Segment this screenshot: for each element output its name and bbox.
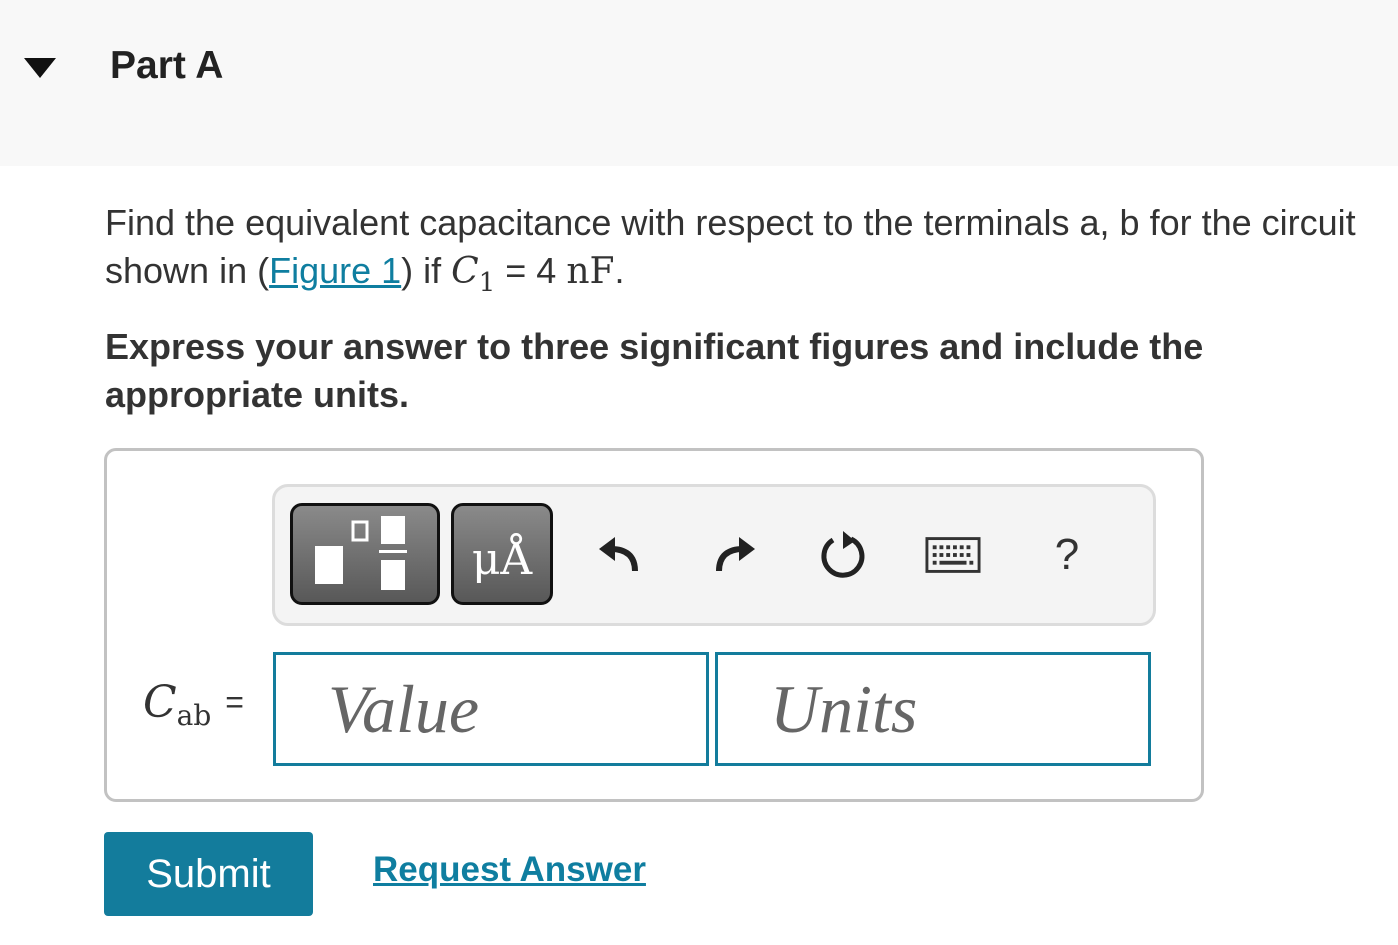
math-toolbar: μÅ ? — [272, 484, 1156, 626]
units-button[interactable]: μÅ — [451, 503, 553, 605]
keyboard-icon[interactable] — [925, 527, 981, 583]
answer-variable-label: Cab = — [143, 677, 244, 732]
answer-box: μÅ ? Cab = Value Units — [104, 448, 1204, 802]
question-period: . — [614, 250, 625, 291]
part-header: Part A — [0, 0, 1398, 166]
answer-instruction: Express your answer to three significant… — [105, 326, 1204, 415]
units-label: μÅ — [471, 534, 533, 585]
units-input[interactable]: Units — [715, 652, 1151, 766]
value-input[interactable]: Value — [273, 652, 709, 766]
request-answer-link[interactable]: Request Answer — [373, 850, 646, 890]
templates-button[interactable] — [290, 503, 440, 605]
capacitor-variable: C — [451, 251, 479, 292]
figure-link[interactable]: Figure 1 — [269, 250, 401, 291]
capacitor-equals-value: = 4 — [495, 250, 567, 291]
redo-icon[interactable] — [707, 527, 763, 583]
answer-variable-subscript: ab — [176, 699, 212, 732]
capacitor-unit: nF — [566, 251, 615, 292]
question-text-after: ) if — [401, 250, 452, 291]
reset-icon[interactable] — [815, 527, 871, 583]
undo-icon[interactable] — [591, 527, 647, 583]
part-title: Part A — [110, 44, 224, 87]
submit-button[interactable]: Submit — [104, 832, 313, 916]
triangle-down-icon[interactable] — [22, 54, 58, 80]
answer-variable: C — [143, 677, 177, 728]
question-text: Find the equivalent capacitance with res… — [105, 199, 1375, 299]
equals-sign: = — [225, 684, 244, 720]
capacitor-subscript: 1 — [478, 268, 496, 298]
help-button[interactable]: ? — [1039, 527, 1095, 583]
